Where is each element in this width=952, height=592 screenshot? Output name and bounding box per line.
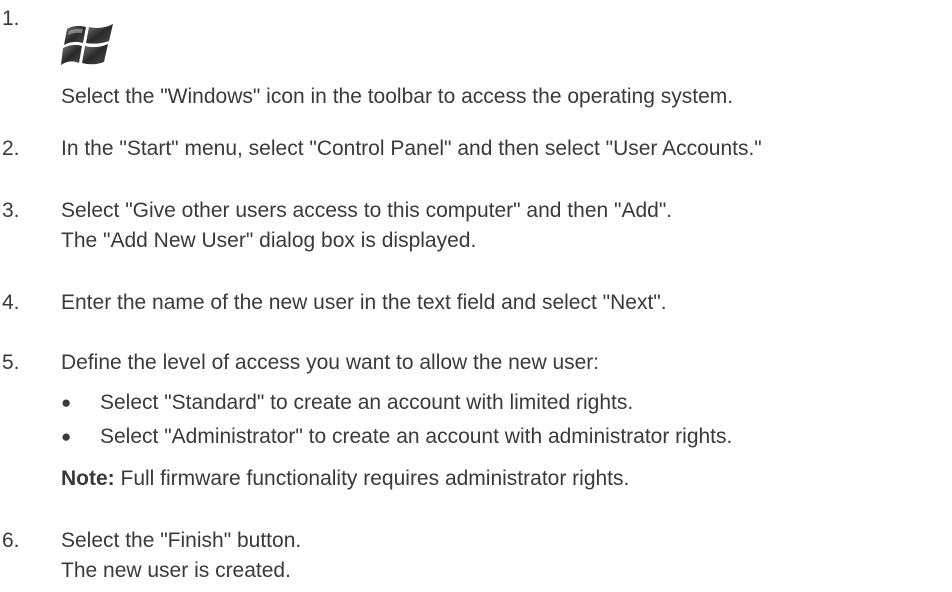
step-4-text: Enter the name of the new user in the te… — [61, 291, 667, 314]
step-number: 2. — [2, 137, 20, 160]
instruction-page: 1. Select the "Windows" icon in the tool… — [0, 0, 952, 592]
step-number: 1. — [2, 7, 20, 30]
step-6-line-1: Select the "Finish" button. — [61, 529, 302, 552]
step-5-text: Define the level of access you want to a… — [61, 351, 600, 374]
bullet-dot-icon: ● — [61, 427, 72, 446]
step-6-text: Select the "Finish" button. The new user… — [61, 526, 301, 586]
step-number: 3. — [2, 199, 20, 222]
step-number: 4. — [2, 291, 20, 314]
note-label: Note: — [61, 467, 115, 490]
step-2-text: In the "Start" menu, select "Control Pan… — [61, 137, 762, 160]
step-6-line-2: The new user is created. — [61, 559, 291, 582]
bullet-text: Select "Standard" to create an account w… — [100, 391, 634, 414]
step-number: 5. — [2, 351, 20, 374]
step-number: 6. — [2, 529, 20, 552]
note-text: Full firmware functionality requires adm… — [114, 467, 630, 490]
bullet-dot-icon: ● — [61, 393, 72, 412]
note: Note: Full firmware functionality requir… — [61, 464, 629, 494]
step-1-text: Select the "Windows" icon in the toolbar… — [61, 85, 734, 108]
step-3-line-1: Select "Give other users access to this … — [61, 199, 673, 222]
windows-logo-icon — [61, 24, 113, 65]
step-3-line-2: The "Add New User" dialog box is display… — [61, 229, 477, 252]
step-3-text: Select "Give other users access to this … — [61, 196, 672, 256]
bullet-text: Select "Administrator" to create an acco… — [100, 425, 733, 448]
